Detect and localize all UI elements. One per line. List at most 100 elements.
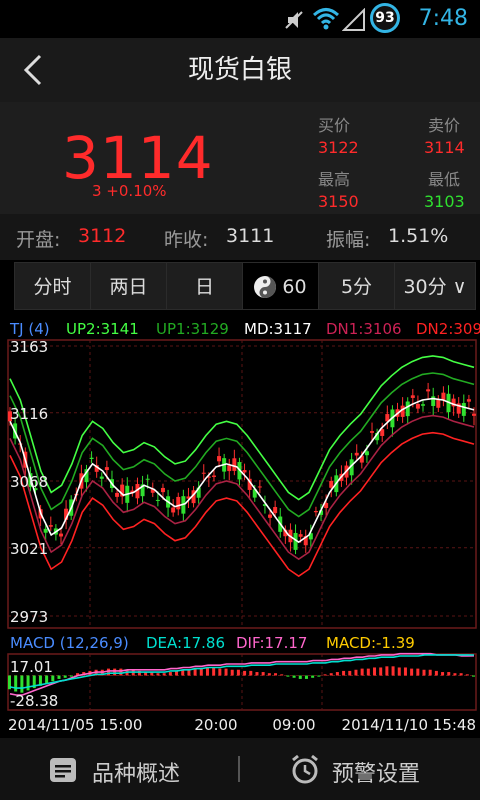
macd-bar [168,672,172,676]
macd-bar [14,675,18,692]
document-icon [50,758,76,782]
macd-grid [8,654,476,710]
low-label: 最低 [428,170,461,189]
low-value: 3103 [424,192,465,211]
candle-body [466,399,471,402]
candle-body [176,496,181,510]
open-label: 开盘: [16,229,61,251]
macd-bar [459,673,463,676]
macd-bar [243,670,247,676]
x-axis-labels: 2014/11/05 15:00 20:00 09:00 2014/11/10 15:… [8,716,476,734]
macd-bar [69,675,73,677]
candle-body [405,401,410,417]
macd-bar [156,673,160,676]
candle-body [415,404,420,409]
main-grid [8,340,476,628]
y-tick-label: 3163 [10,338,48,356]
buy-value: 3122 [318,138,359,157]
macd-bar [317,675,321,677]
macd-bar [274,673,278,676]
macd-bar [298,675,302,679]
alert-settings-button[interactable]: 预警设置 [290,750,450,790]
footer-divider [238,756,240,782]
macd-bar [453,673,457,676]
macd-name: MACD (12,26,9) [10,634,129,652]
macd-bar [379,667,383,676]
chevron-left-icon [23,54,42,86]
x-tick-label: 2014/11/05 15:00 [8,716,142,734]
candle-body [242,470,247,473]
tab-day[interactable]: 日 [166,262,243,310]
tab-5min[interactable]: 5分 [318,262,395,310]
candle-body [171,507,176,513]
macd-bar [335,672,339,676]
candle-body [370,431,375,433]
candle-body [472,413,476,416]
candle-body [160,487,165,493]
candle-body [217,456,222,462]
macd-bar [261,672,265,676]
macd-bar [410,668,414,676]
kline-chart[interactable]: TJ (4) UP2:3141 UP1:3129 MD:3117 DN1:310… [0,316,480,738]
macd-bar [230,669,234,676]
candle-body [227,465,232,472]
macd-bar [416,668,420,676]
candle-body [211,475,216,477]
y-axis-labels: 3163 3116 3068 3021 2973 [10,338,48,626]
macd-bar [422,669,426,676]
high-label: 最高 [318,170,351,189]
signal-icon [342,8,365,31]
overview-button[interactable]: 品种概述 [48,750,208,790]
candle-body [298,534,303,537]
candle-body [431,396,436,407]
candle-body [257,486,262,488]
macd-bar [20,675,24,693]
tab-60[interactable]: 60 [242,262,319,310]
buy-label: 买价 [318,116,351,135]
macd-bar [249,670,253,676]
macd-bar [428,669,432,676]
battery-badge: 93 [370,3,400,33]
macd-bar [113,668,117,676]
macd-value-label: MACD:-1.39 [326,634,415,652]
macd-bar [267,673,271,676]
macd-bar [348,670,352,676]
prev-close-label: 昨收: [164,229,209,251]
tab-30min-dropdown[interactable]: 30分 ∨ [394,262,476,310]
candle-body [268,514,273,518]
macd-bar [224,668,228,676]
candle-body [232,458,237,471]
candle-body [201,472,206,474]
back-button[interactable] [14,52,54,88]
macd-bar [292,675,296,678]
macd-bar [63,675,67,678]
sell-value: 3114 [424,138,465,157]
alarm-clock-icon [292,754,318,784]
candle-body [354,452,359,456]
candle-body [426,389,431,392]
y-tick-label: 2973 [10,608,48,626]
candle-body [436,399,441,408]
tab-fenshi[interactable]: 分时 [14,262,91,310]
prev-close-value: 3111 [226,225,275,247]
status-bar: 93 7:48 [0,0,480,38]
candle-body [115,492,120,497]
macd-bar [205,667,209,676]
macd-bar [218,668,222,676]
sell-label: 卖价 [428,116,461,135]
macd-bar [323,674,327,676]
macd-bar [465,674,469,676]
tab-two-day[interactable]: 两日 [90,262,167,310]
macd-bar [447,672,451,676]
macd-bar [329,673,333,676]
candle-body [58,533,63,537]
macd-bar [199,668,203,676]
indicator-name: TJ (4) [9,320,50,338]
amplitude-value: 1.51% [388,225,449,247]
tab-60-label: 60 [282,276,307,298]
macd-bar [354,669,358,676]
candle-body [461,403,466,416]
candle-body [313,511,318,513]
macd-y-tick-label: -28.38 [10,692,58,710]
macd-bar [391,666,395,676]
